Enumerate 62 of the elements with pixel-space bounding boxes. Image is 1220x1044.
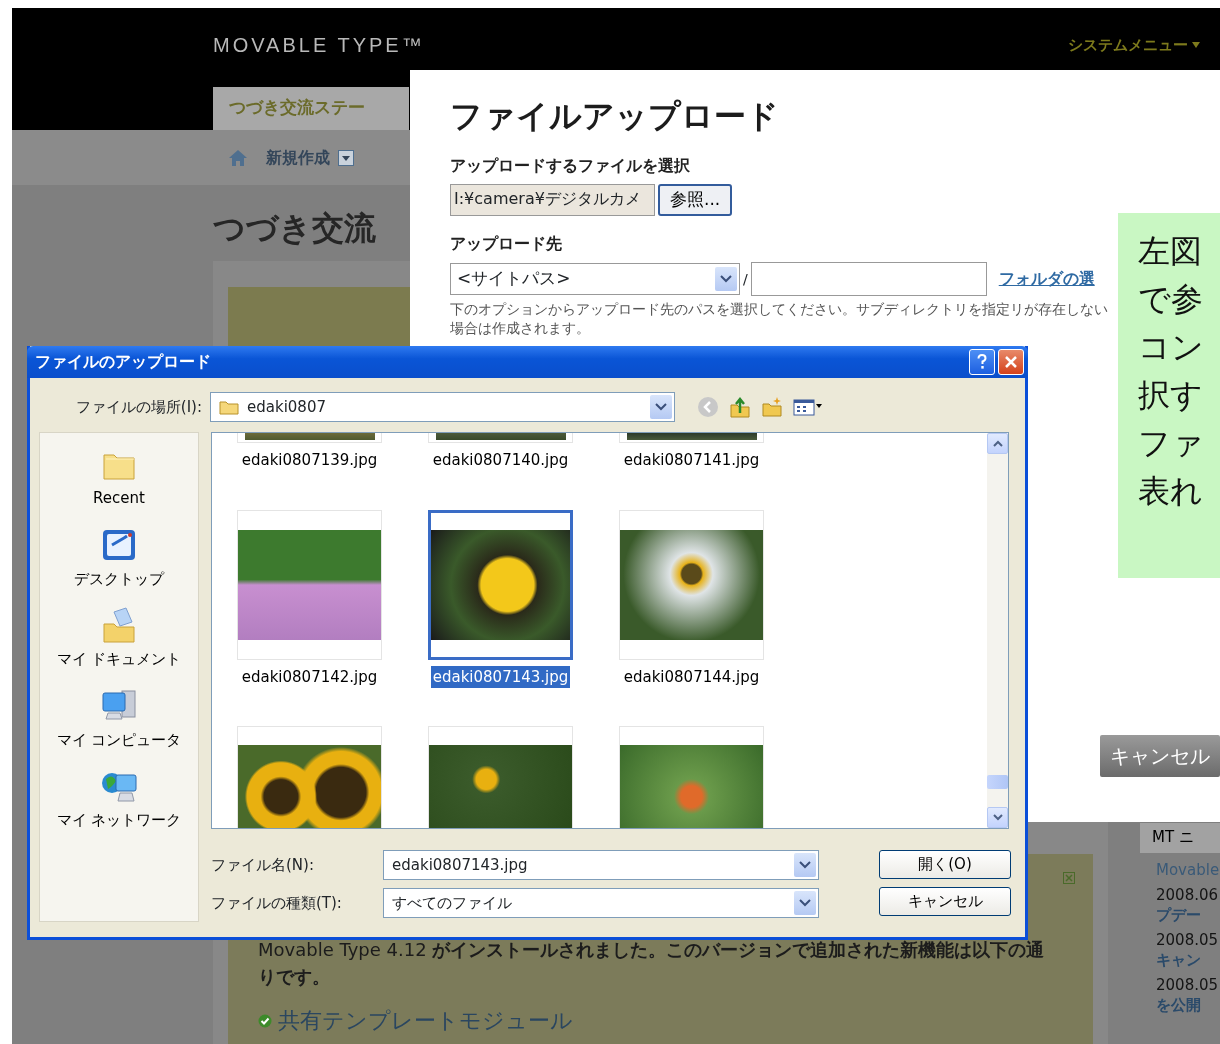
dropdown-icon[interactable]: [338, 149, 354, 166]
folder-icon: [219, 399, 239, 415]
cancel-button[interactable]: キャンセル: [879, 887, 1011, 916]
scroll-up-button[interactable]: [987, 433, 1008, 454]
documents-folder-icon: [100, 606, 138, 644]
annotation-text: 表れ: [1138, 471, 1204, 512]
folder-select-link[interactable]: フォルダの選: [998, 267, 1095, 291]
close-icon: [1004, 355, 1018, 369]
system-menu[interactable]: システムメニュー: [1068, 33, 1188, 57]
page-title: つづき交流: [212, 208, 376, 248]
news-text: Movable Type 4.12 がインストールされました。このバージョンで追加された新機能は以下の通りです。: [258, 938, 1046, 989]
sidebar-heading: MT ニ: [1140, 823, 1220, 853]
news-date: 2008.06: [1155, 886, 1220, 906]
help-button[interactable]: [969, 349, 995, 375]
scroll-thumb[interactable]: [987, 775, 1008, 789]
subfolder-input[interactable]: [750, 262, 987, 296]
places-item[interactable]: マイ コンピュータ: [56, 686, 182, 751]
help-icon: [977, 354, 987, 370]
news-date: 2008.05: [1155, 931, 1220, 951]
scrollbar[interactable]: [987, 433, 1008, 828]
destination-select[interactable]: <サイトパス>: [450, 263, 740, 295]
modal-title: ファイルアップロード: [450, 96, 779, 137]
field-label: ファイル名(N):: [211, 854, 315, 876]
path-separator: /: [743, 269, 748, 289]
annotation-text: 択す: [1138, 375, 1204, 416]
annotation-text: コン: [1138, 327, 1205, 368]
cancel-button[interactable]: キャンセル: [1100, 735, 1220, 777]
file-name[interactable]: edaki0807142.jpg: [239, 665, 380, 688]
field-label: ファイルの場所(I):: [74, 396, 203, 418]
thumbnail[interactable]: [428, 509, 573, 660]
dialog-title: ファイルのアップロード: [35, 351, 211, 373]
file-name[interactable]: edaki0807141.jpg: [621, 449, 762, 472]
close-button[interactable]: [998, 349, 1024, 375]
places-item[interactable]: デスクトップ: [74, 525, 164, 590]
field-label: アップロード先: [450, 233, 562, 255]
open-button[interactable]: 開く(O): [879, 850, 1011, 879]
file-type-combo[interactable]: すべてのファイル: [383, 888, 819, 918]
places-item[interactable]: マイ ネットワーク: [56, 767, 182, 832]
help-text: 下のオプションからアップロード先のパスを選択してください。サブディレクトリを指定リが存在しない場合は作成されます。: [450, 300, 1109, 338]
field-label: ファイルの種類(T):: [211, 892, 343, 914]
file-name[interactable]: edaki0807140.jpg: [430, 449, 571, 472]
view-menu-icon[interactable]: [793, 397, 823, 417]
caret-icon: [1192, 42, 1200, 48]
check-icon: [258, 1013, 272, 1028]
file-name[interactable]: edaki0807144.jpg: [621, 665, 762, 688]
up-folder-icon[interactable]: [729, 396, 751, 418]
file-name-combo[interactable]: edaki0807143.jpg: [383, 850, 819, 880]
location-combo[interactable]: edaki0807: [210, 392, 675, 422]
annotation-text: 左図: [1138, 231, 1203, 272]
file-path-field[interactable]: I:¥camera¥デジタルカメ: [450, 184, 655, 216]
field-label: アップロードするファイルを選択: [450, 155, 690, 177]
scroll-down-button[interactable]: [987, 807, 1008, 828]
feature-heading: 共有テンプレートモジュール: [278, 1007, 573, 1035]
logo[interactable]: MOVABLE TYPE™: [213, 30, 425, 60]
news-date: 2008.05: [1155, 976, 1220, 996]
annotation-text: ファ: [1138, 423, 1205, 464]
browse-button[interactable]: 参照...: [658, 184, 733, 216]
annotation-text: で参: [1138, 279, 1204, 320]
file-name[interactable]: edaki0807139.jpg: [239, 449, 380, 472]
places-item[interactable]: Recent: [93, 445, 145, 510]
file-name[interactable]: edaki0807143.jpg: [430, 665, 571, 688]
places-item[interactable]: マイ ドキュメント: [56, 606, 182, 671]
